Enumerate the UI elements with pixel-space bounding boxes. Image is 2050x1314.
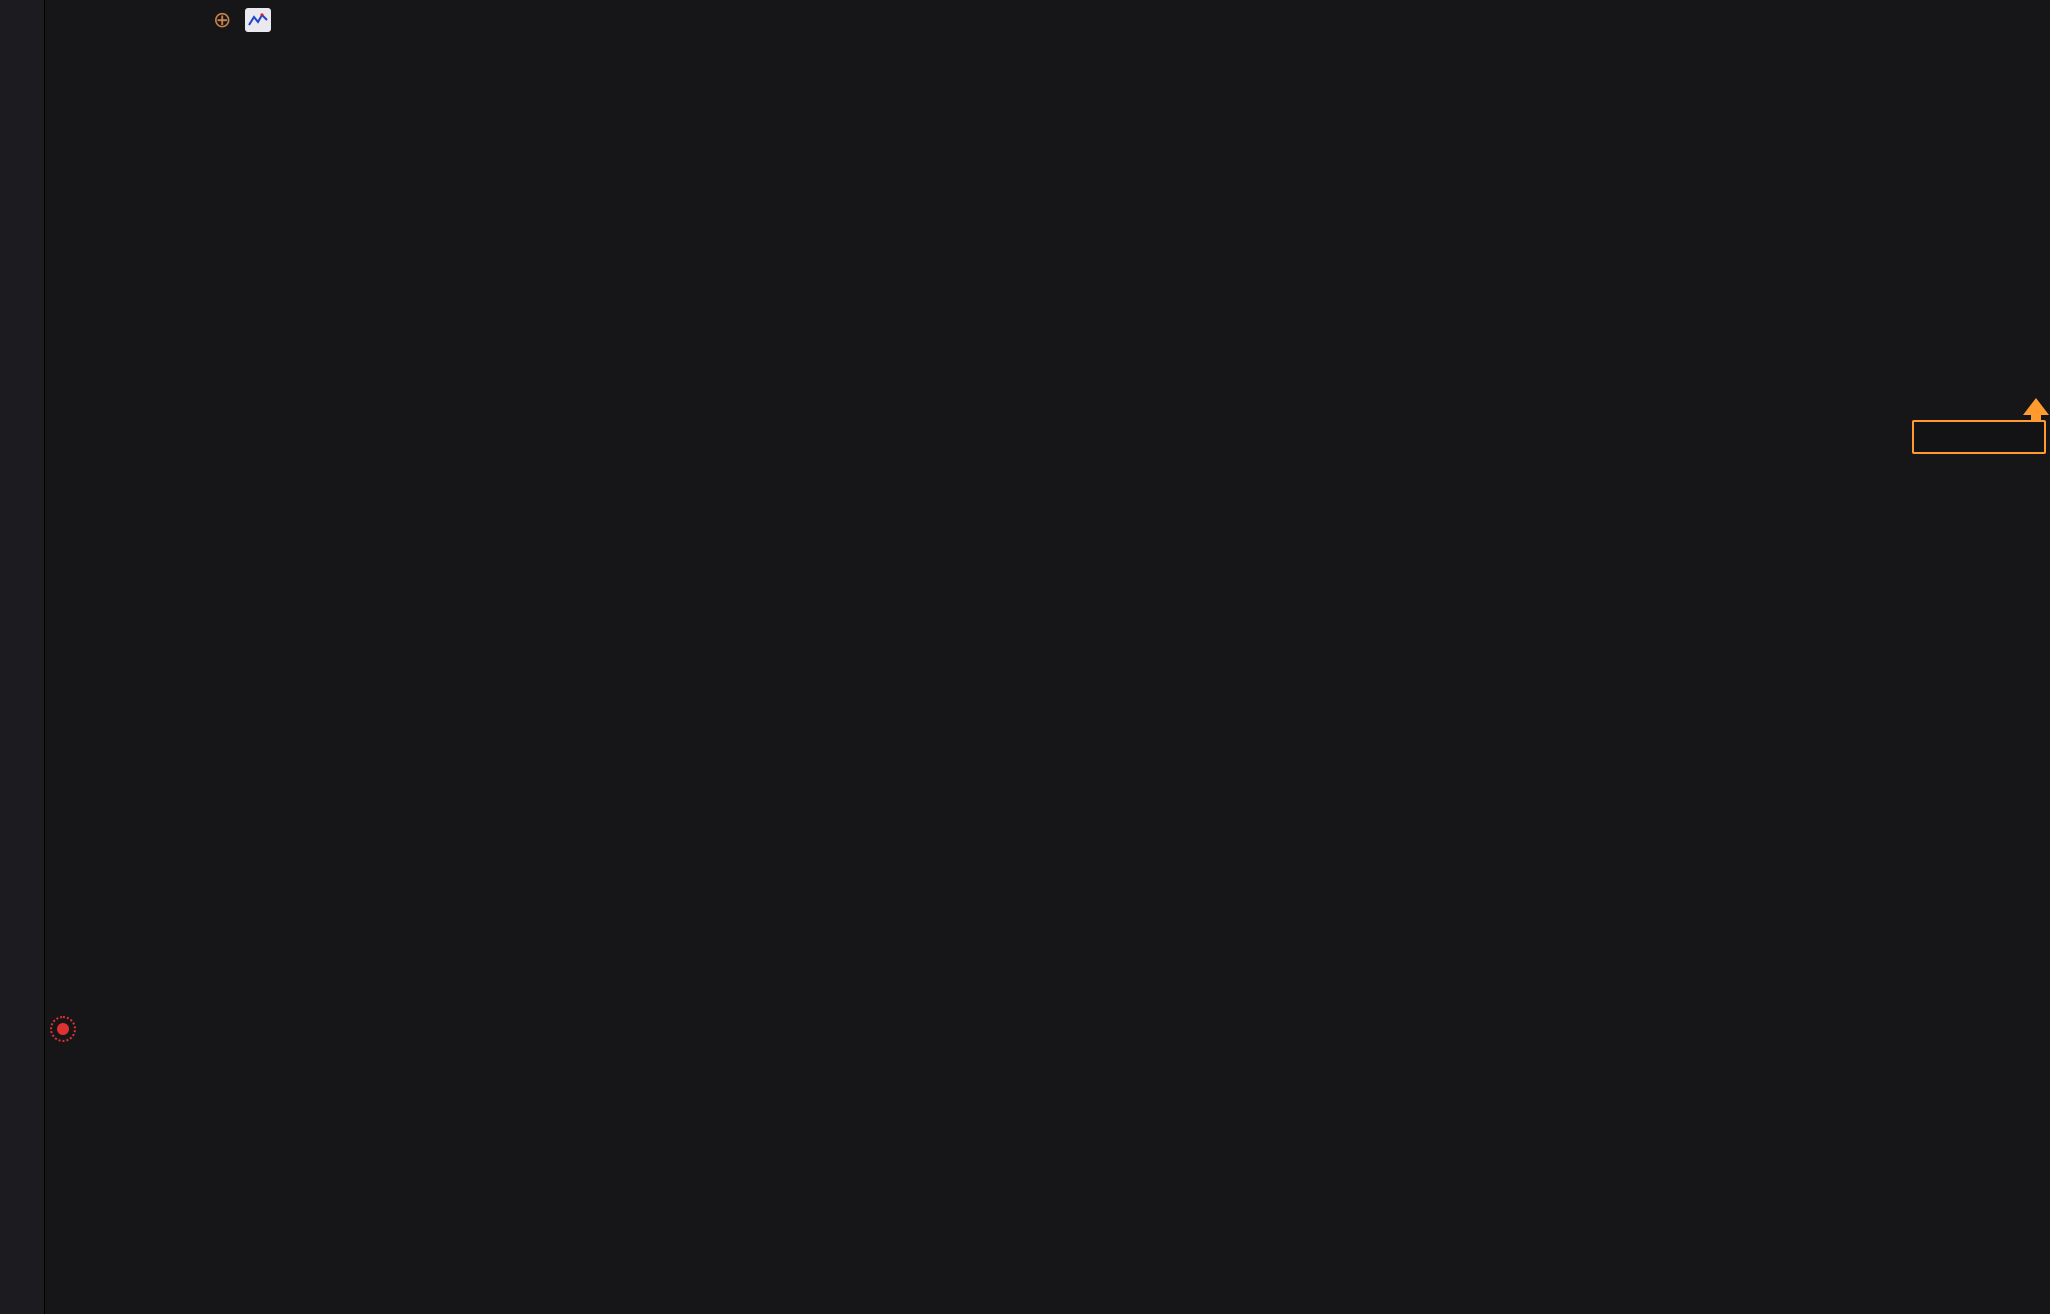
price-up-arrow-icon <box>2023 398 2049 415</box>
add-indicator-icon[interactable]: ⊕ <box>213 8 231 33</box>
chart-type-icon[interactable] <box>245 8 271 32</box>
trading-terminal: ⊕ <box>0 0 2050 1314</box>
live-indicator-icon <box>50 1016 76 1042</box>
main-chart-legend: ⊕ <box>185 5 285 35</box>
price-chart-canvas[interactable] <box>0 0 2050 1314</box>
chart-stage: ⊕ <box>45 0 2050 1314</box>
current-price-tag <box>1912 420 2046 454</box>
indicator-tab-bar <box>45 1281 2050 1314</box>
